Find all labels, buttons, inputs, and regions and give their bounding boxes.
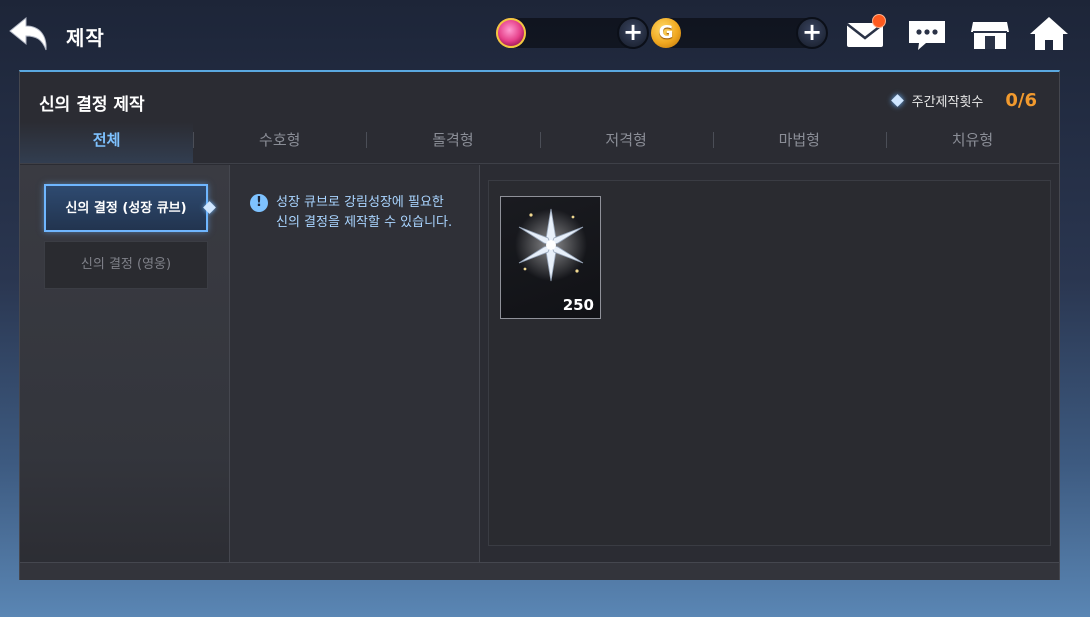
category-hero[interactable]: 신의 결정 (영웅)	[44, 241, 208, 289]
item-slot[interactable]: 250	[500, 196, 601, 319]
shop-icon[interactable]	[969, 14, 1011, 54]
weekly-craft-count: 0/6	[1005, 90, 1037, 111]
chat-icon[interactable]	[906, 14, 948, 54]
info-line-2: 신의 결정을 제작할 수 있습니다.	[276, 215, 453, 230]
panel-title: 신의 결정 제작	[39, 95, 145, 115]
page-title: 제작	[66, 26, 105, 50]
weekly-craft-counter: 주간제작횟수 0/6	[890, 90, 1037, 111]
info-column: ! 성장 큐브로 강림성장에 필요한 신의 결정을 제작할 수 있습니다.	[230, 165, 480, 580]
category-list: 신의 결정 (성장 큐브) 신의 결정 (영웅)	[20, 165, 230, 580]
weekly-craft-label: 주간제작횟수	[911, 95, 984, 110]
gold-icon: G	[651, 18, 681, 48]
crafting-panel: 신의 결정 제작 주간제작횟수 0/6 전체 수호형 돌격형 저격형 마법형 치…	[19, 70, 1060, 580]
diamond-icon	[890, 94, 904, 107]
home-icon[interactable]	[1028, 14, 1070, 54]
category-label: 신의 결정 (영웅)	[80, 257, 172, 272]
class-tabs: 전체 수호형 돌격형 저격형 마법형 치유형	[20, 122, 1059, 164]
info-text: 성장 큐브로 강림성장에 필요한 신의 결정을 제작할 수 있습니다.	[276, 193, 476, 233]
category-label: 신의 결정 (성장 큐브)	[65, 201, 187, 216]
info-icon: !	[250, 194, 268, 212]
info-line-1: 성장 큐브로 강림성장에 필요한	[276, 195, 444, 210]
item-grid: 250	[488, 180, 1051, 546]
category-growth-cube[interactable]: 신의 결정 (성장 큐브)	[44, 184, 216, 232]
gem-currency: +	[496, 17, 649, 49]
tab-sniper[interactable]: 저격형	[539, 122, 713, 163]
crystal-star-icon	[515, 208, 587, 282]
add-gold-button[interactable]: +	[796, 17, 828, 49]
item-quantity: 250	[562, 296, 594, 314]
selected-pointer-icon	[203, 201, 216, 214]
tab-assault[interactable]: 돌격형	[366, 122, 539, 163]
tab-healer[interactable]: 치유형	[885, 122, 1059, 163]
panel-footer	[20, 562, 1059, 580]
add-gem-button[interactable]: +	[617, 17, 649, 49]
top-bar: 제작 + G +	[0, 0, 1090, 68]
tab-all[interactable]: 전체	[20, 122, 194, 163]
back-arrow-icon[interactable]	[8, 14, 54, 54]
gold-currency: G +	[651, 17, 828, 49]
mail-notification-badge	[872, 14, 886, 28]
tab-magic[interactable]: 마법형	[712, 122, 886, 163]
gem-icon	[496, 18, 526, 48]
tab-guardian[interactable]: 수호형	[193, 122, 366, 163]
